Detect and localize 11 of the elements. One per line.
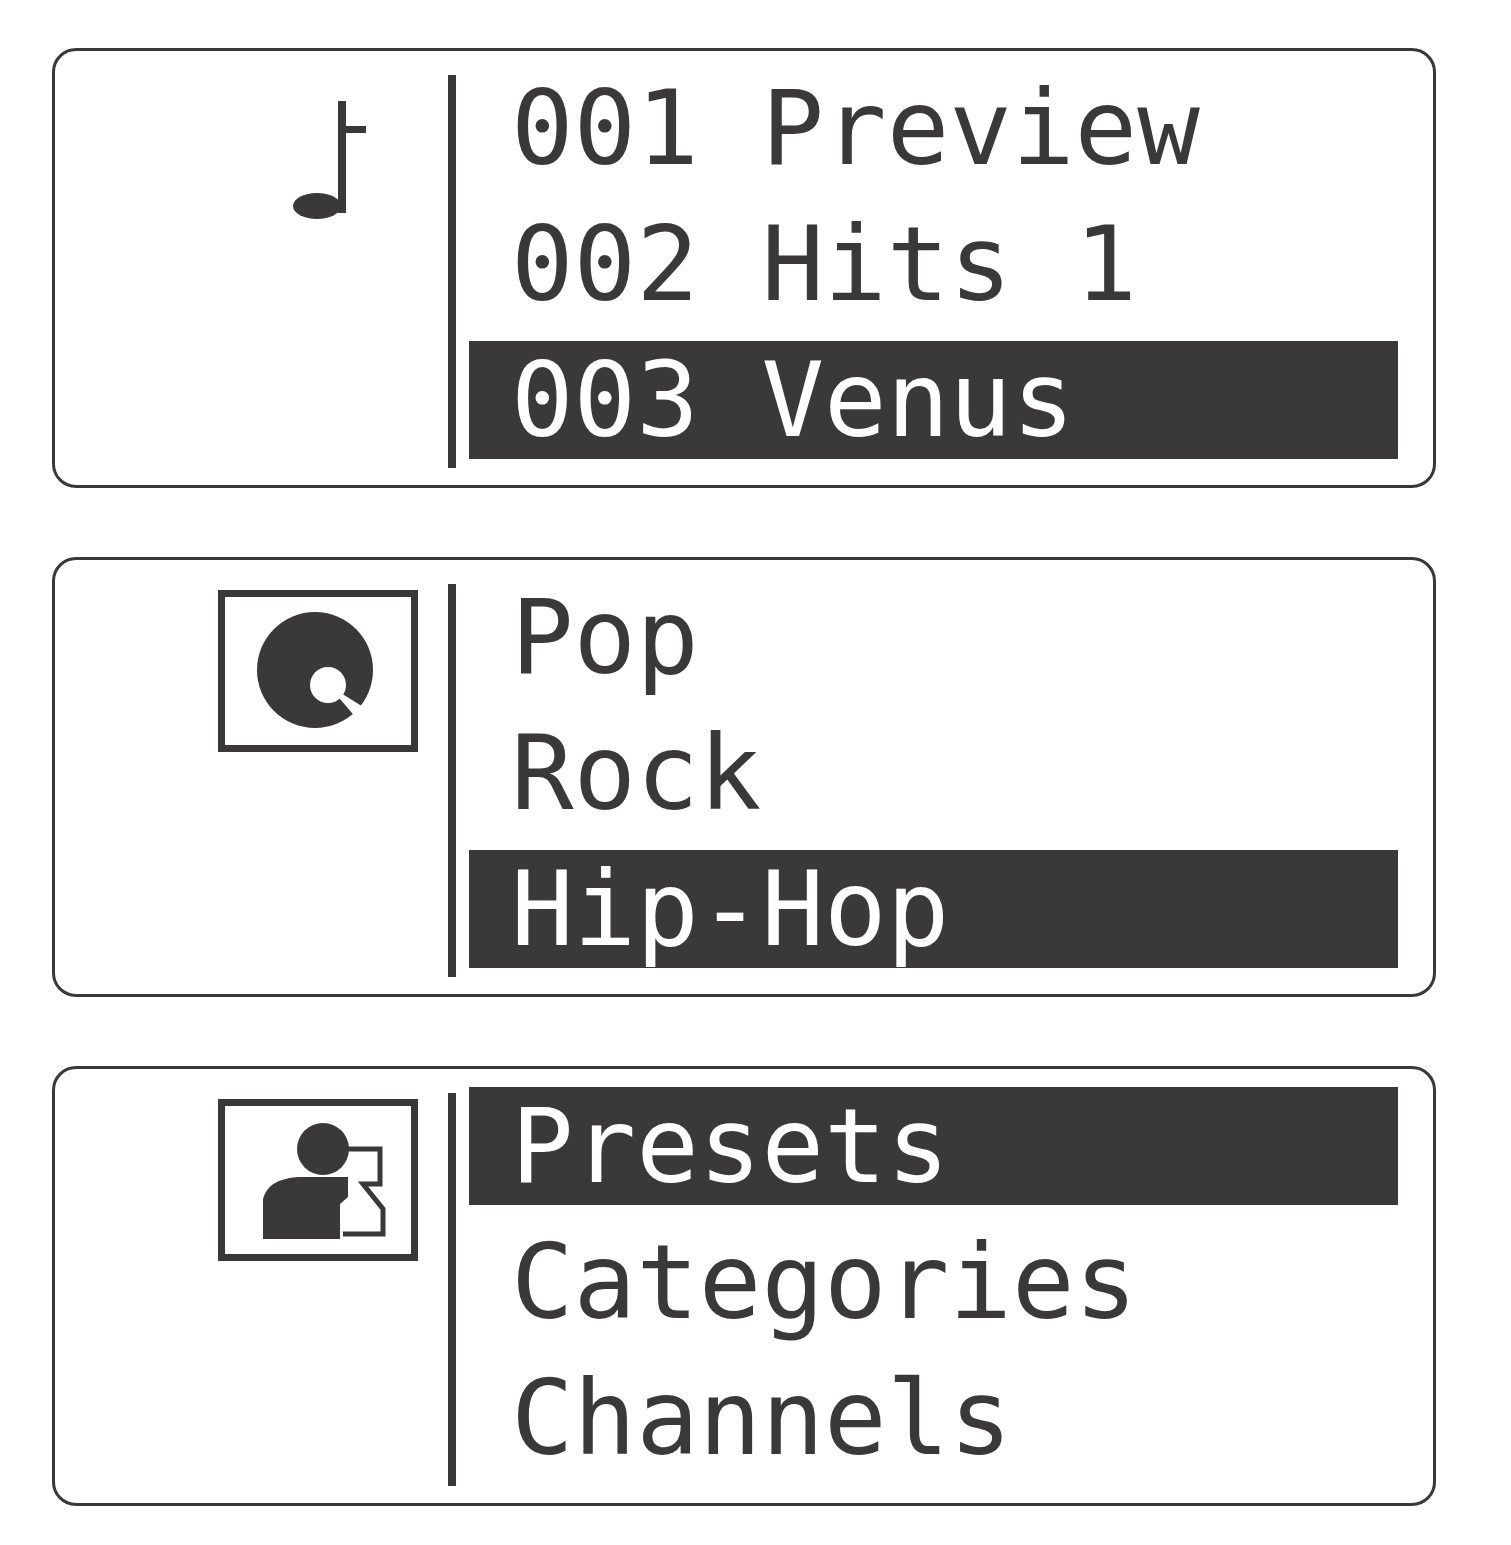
menu-item[interactable]: Channels bbox=[469, 1359, 1398, 1477]
menu-item[interactable]: Pop bbox=[469, 578, 1398, 696]
menu-item[interactable]: 001 Preview bbox=[469, 69, 1398, 187]
menu-item[interactable]: Rock bbox=[469, 714, 1398, 832]
menu-item[interactable]: Categories bbox=[469, 1223, 1398, 1341]
menu-item[interactable]: 002 Hits 1 bbox=[469, 205, 1398, 323]
music-note-icon bbox=[292, 101, 368, 221]
contacts-icon bbox=[218, 1099, 418, 1261]
menu-item[interactable]: 003 Venus bbox=[469, 341, 1398, 459]
menu-item[interactable]: Hip-Hop bbox=[469, 850, 1398, 968]
menu-item[interactable]: Presets bbox=[469, 1087, 1398, 1205]
